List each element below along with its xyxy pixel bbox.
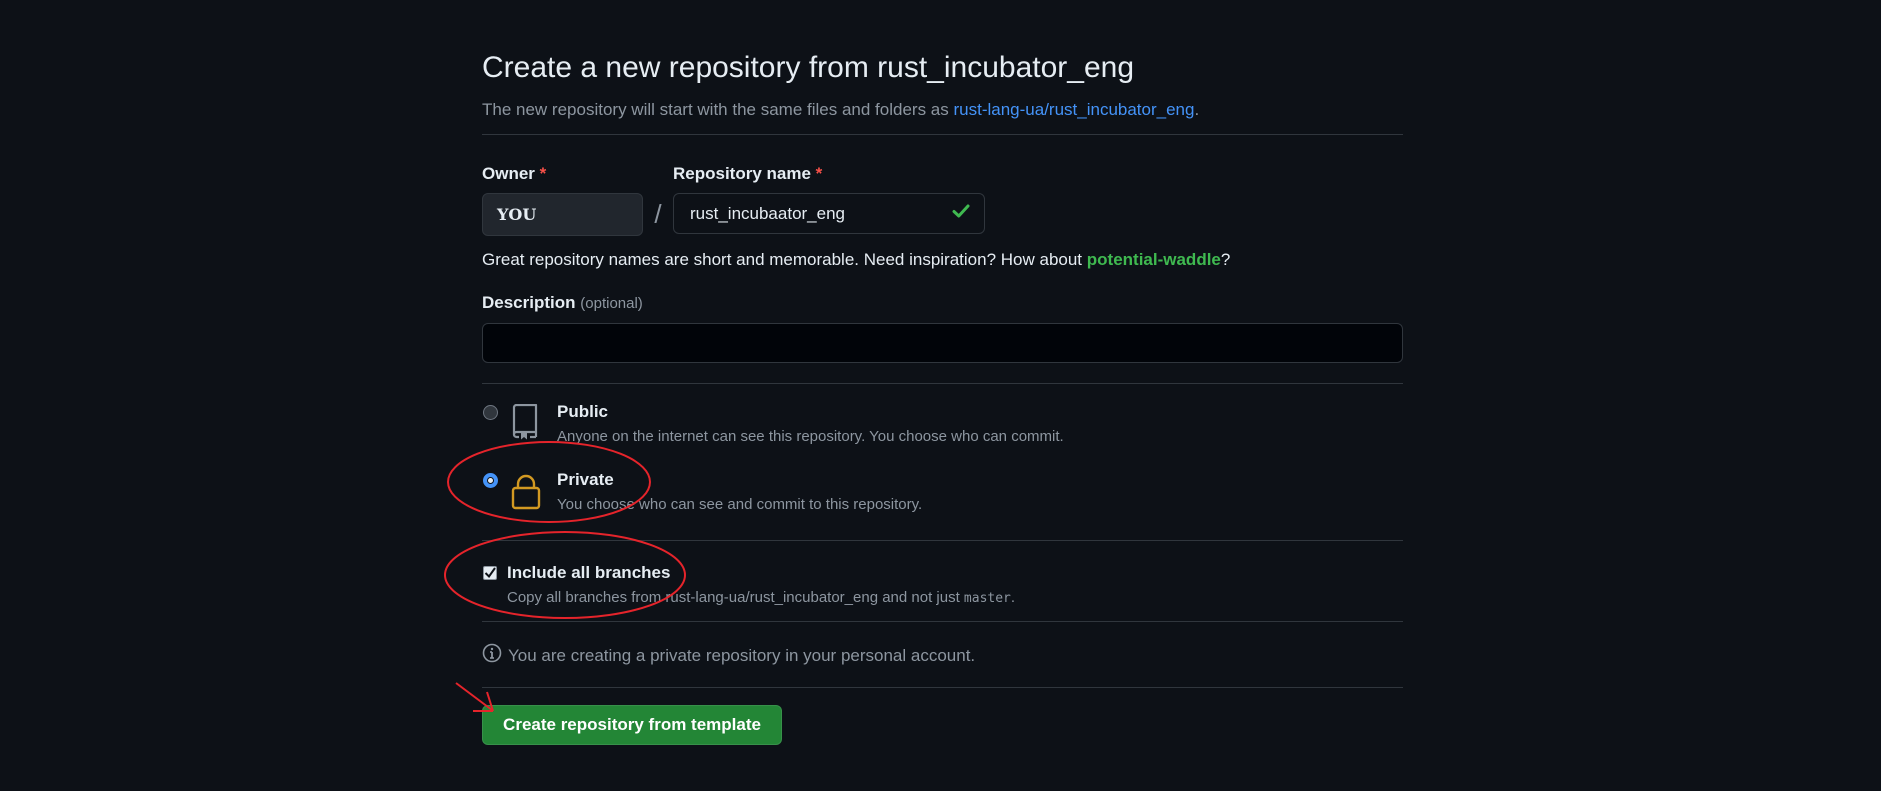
lock-icon [510,474,542,515]
branches-desc-suffix: . [1010,589,1016,606]
name-suggestion-link[interactable]: potential-waddle [1087,250,1221,269]
visibility-private-option[interactable]: Private You choose who can see and commi… [482,470,1403,530]
name-hint: Great repository names are short and mem… [482,248,1403,272]
private-desc: You choose who can see and commit to thi… [557,496,923,513]
page-title: Create a new repository from rust_incuba… [482,51,1135,84]
branches-desc-text: Copy all branches from rust-lang-ua/rust… [507,589,964,606]
private-radio[interactable] [483,473,498,488]
include-branches-title: Include all branches [507,563,671,582]
template-repo-link[interactable]: rust-lang-ua/rust_incubator_eng [953,100,1194,119]
optional-tag: (optional) [580,295,643,312]
check-icon [952,203,970,224]
subtitle-suffix: . [1194,100,1200,119]
divider [482,383,1403,384]
hint-text: Great repository names are short and mem… [482,250,1087,269]
create-repo-form: Create a new repository from rust_incuba… [482,48,1403,747]
owner-group: Owner * YOU [482,163,643,236]
description-label-text: Description [482,293,576,312]
include-branches-checkbox[interactable] [483,566,497,580]
repo-name-label-text: Repository name [673,164,811,183]
repo-name-label: Repository name * [673,163,985,185]
submit-row: Create repository from template [482,705,1403,747]
owner-name-separator: / [654,199,662,229]
public-desc: Anyone on the internet can see this repo… [557,428,1064,445]
divider [482,540,1403,541]
subtitle-text: The new repository will start with the s… [482,100,954,119]
private-title: Private [557,470,614,489]
repo-name-value: rust_incubaator_eng [690,203,846,223]
required-mark: * [815,164,823,183]
public-radio[interactable] [483,405,498,420]
required-mark: * [539,164,547,183]
visibility-public-option[interactable]: Public Anyone on the internet can see th… [482,402,1403,468]
page-subtitle: The new repository will start with the s… [482,98,1403,122]
info-text: You are creating a private repository in… [508,645,976,665]
divider [482,687,1403,688]
repo-icon [510,403,538,445]
owner-label: Owner * [482,163,643,185]
description-input[interactable] [482,323,1403,363]
description-label: Description (optional) [482,292,1403,315]
owner-select[interactable]: YOU [482,193,643,236]
info-icon [482,643,502,668]
include-branches-option[interactable]: Include all branches Copy all branches f… [482,563,1403,613]
create-repository-button[interactable]: Create repository from template [482,705,782,745]
owner-name-row: Owner * YOU / Repository name * rust_inc… [482,163,1403,236]
divider [482,621,1403,622]
owner-label-text: Owner [482,164,535,183]
visibility-info: You are creating a private repository in… [482,643,1403,668]
public-title: Public [557,402,609,421]
include-branches-desc: Copy all branches from rust-lang-ua/rust… [507,589,1015,606]
repo-name-input[interactable]: rust_incubaator_eng [673,193,985,234]
divider [482,134,1403,135]
branch-name: master [963,591,1011,606]
repo-name-group: Repository name * rust_incubaator_eng [673,163,985,236]
hint-suffix: ? [1220,250,1231,269]
